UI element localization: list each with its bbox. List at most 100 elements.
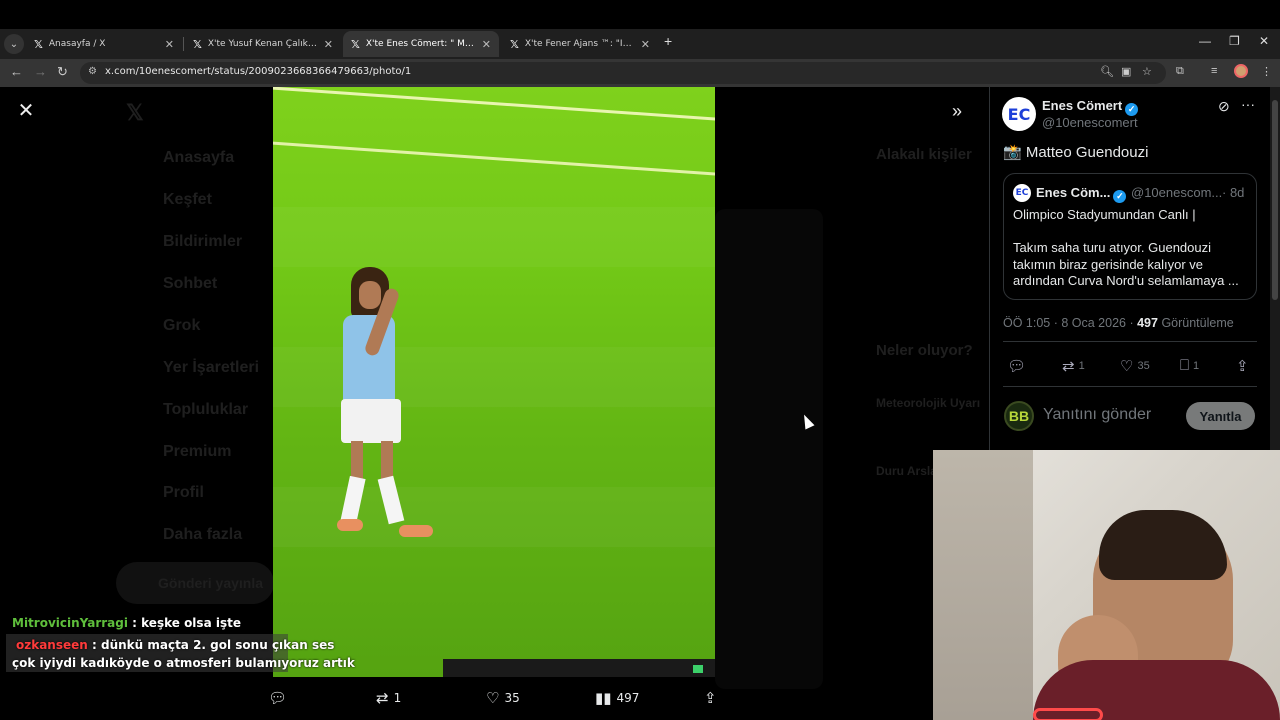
author-name[interactable]: Enes Cömert (1042, 98, 1122, 113)
restore-icon[interactable]: ❐ (1229, 34, 1240, 48)
nav-communities: Topluluklar (163, 401, 249, 418)
chat-message: ozkanseen : dünkü maçta 2. gol sonu çıka… (16, 638, 334, 652)
bookmark-star-icon[interactable]: ☆ (1142, 65, 1152, 78)
menu-icon[interactable]: ⋮ (1261, 65, 1272, 78)
x-logo-icon: 𝕏 (510, 37, 519, 51)
quoted-text: Olimpico Stadyumundan Canlı | Takım saha… (1013, 207, 1239, 288)
cast-icon[interactable]: ▣ (1121, 65, 1131, 78)
analytics-icon: ▮▮ (595, 689, 612, 707)
tab-title: Anasayfa / X (48, 39, 106, 49)
tab-home[interactable]: 𝕏 Anasayfa / X ✕ (26, 31, 182, 57)
tab-close-icon[interactable]: ✕ (324, 38, 333, 51)
tab-separator (183, 37, 184, 51)
site-info-icon[interactable]: ⚙ (88, 66, 97, 77)
tab-close-icon[interactable]: ✕ (641, 38, 650, 51)
tab-title: X'te Fener Ajans ™: "İrfan Can K (524, 39, 635, 49)
forward-icon[interactable]: → (34, 64, 47, 79)
tab-close-icon[interactable]: ✕ (165, 38, 174, 51)
nav-more: Daha fazla (163, 526, 243, 543)
close-photo-icon[interactable]: ✕ (16, 101, 36, 121)
trend-item: Meteorolojik Uyarı (876, 396, 981, 410)
profile-avatar[interactable] (1234, 64, 1248, 78)
more-options-icon[interactable]: ··· (1241, 96, 1255, 112)
url-text[interactable]: x.com/10enescomert/status/20090236683664… (105, 66, 411, 77)
view-count: 497 (616, 691, 640, 705)
tweet-text: 📸 Matteo Guendouzi (1003, 144, 1149, 161)
reply-submit-button[interactable]: Yanıtla (1186, 402, 1255, 430)
reply-icon: 💬︎ (268, 689, 288, 707)
nav-home: Anasayfa (163, 149, 235, 166)
screen: ⌄ 𝕏 Anasayfa / X ✕ 𝕏 X'te Yusuf Kenan Ça… (0, 0, 1280, 720)
reload-icon[interactable]: ↻ (57, 64, 68, 80)
author-avatar[interactable]: EC (1002, 97, 1036, 131)
share-icon: ⇪ (1236, 358, 1249, 375)
tab-search-button[interactable]: ⌄ (4, 34, 24, 54)
minimize-icon[interactable]: — (1199, 34, 1211, 48)
chat-text: : dünkü maçta 2. gol sonu çıkan ses (92, 638, 335, 652)
chat-text: : keşke olsa işte (132, 616, 241, 630)
tab-title: X'te Yusuf Kenan Çalık: "Fenerb (207, 39, 318, 49)
heart-icon: ♡ (486, 689, 500, 707)
reply-button[interactable]: 💬︎ (1007, 357, 1026, 375)
bookmark-icon: ⎕ (1180, 357, 1190, 374)
tweet-timestamp[interactable]: ÖÖ 1:05 · 8 Oca 2026 · (1003, 316, 1137, 330)
share-button[interactable]: ⇪ (704, 689, 717, 707)
quoted-author-avatar: EC (1013, 184, 1031, 202)
share-button[interactable]: ⇪ (1236, 357, 1249, 375)
quoted-author-name: Enes Cöm... (1036, 185, 1111, 200)
retweet-icon: ⇄ (376, 689, 389, 707)
grok-icon[interactable]: ⊘ (1218, 98, 1230, 115)
trends-title: Neler oluyor? (876, 342, 973, 359)
retweet-button[interactable]: ⇄ 1 (1062, 357, 1085, 375)
collapse-sidebar-icon[interactable]: » (952, 101, 962, 122)
author-name-row[interactable]: Enes Cömert ✓ (1042, 98, 1139, 116)
current-user-avatar: BB (1004, 401, 1034, 431)
author-handle[interactable]: @10enescomert (1042, 115, 1138, 130)
extensions-icon[interactable]: ⧉ (1176, 65, 1184, 78)
chat-text: çok iyiydi kadıköyde o atmosferi bulamıy… (12, 656, 355, 670)
nav-notifications: Bildirimler (163, 233, 243, 250)
tweet-meta: ÖÖ 1:05 · 8 Oca 2026 · 497 Görüntüleme (1003, 316, 1234, 330)
media-icon[interactable]: ≡ (1211, 65, 1217, 77)
like-button[interactable]: ♡ 35 (1120, 357, 1150, 375)
tab-yusuf-kenan[interactable]: 𝕏 X'te Yusuf Kenan Çalık: "Fenerb ✕ (185, 31, 341, 57)
x-logo-icon: 𝕏 (34, 37, 43, 51)
window-close-icon[interactable]: ✕ (1259, 34, 1269, 48)
x-logo-icon: 𝕏 (193, 37, 202, 51)
tab-enes-comert[interactable]: 𝕏 X'te Enes Cömert: " Matteo ✕ (343, 31, 499, 57)
retweet-button[interactable]: ⇄ 1 (376, 689, 401, 707)
views-button[interactable]: ▮▮ 497 (595, 689, 639, 707)
chat-message: çok iyiydi kadıköyde o atmosferi bulamıy… (12, 656, 355, 670)
tab-close-icon[interactable]: ✕ (482, 38, 491, 51)
tab-fener-ajans[interactable]: 𝕏 X'te Fener Ajans ™: "İrfan Can K ✕ (502, 31, 658, 57)
back-icon[interactable]: ← (10, 64, 23, 79)
verified-badge-icon: ✓ (1113, 190, 1127, 203)
scrollbar-thumb[interactable] (1272, 100, 1278, 300)
like-count: 35 (504, 691, 520, 705)
new-tab-icon[interactable]: + (664, 33, 672, 49)
reply-button[interactable]: 💬︎ (268, 689, 287, 707)
divider (1003, 386, 1257, 387)
nav-chat: Sohbet (163, 275, 218, 292)
share-icon: ⇪ (704, 689, 717, 707)
nav-grok: Grok (163, 317, 201, 334)
tweet-photo[interactable] (273, 87, 715, 677)
webcam-overlay (933, 450, 1280, 720)
bookmark-button[interactable]: ⎕ 1 (1180, 357, 1199, 374)
divider (1003, 341, 1257, 342)
quoted-author-handle: @10enescom... (1131, 185, 1223, 200)
nav-profile: Profil (163, 484, 204, 501)
quoted-author-name-row: Enes Cöm... ✓ (1036, 185, 1127, 203)
post-button-label: Gönderi yayınla (158, 575, 264, 591)
reply-input[interactable]: Yanıtını gönder (1043, 406, 1151, 424)
like-button[interactable]: ♡ 35 (486, 689, 520, 707)
related-people-title: Alakalı kişiler (876, 146, 972, 163)
zoom-icon[interactable]: 🔍︎ (1100, 65, 1114, 78)
chat-message: MitrovicinYarragi : keşke olsa işte (12, 616, 241, 630)
retweet-count: 1 (393, 691, 402, 705)
retweet-count: 1 (1078, 360, 1085, 372)
chat-username: ozkanseen (16, 638, 88, 652)
retweet-icon: ⇄ (1062, 358, 1075, 375)
nav-bookmarks: Yer İşaretleri (163, 359, 260, 376)
tweet-views: 497 (1137, 316, 1158, 330)
